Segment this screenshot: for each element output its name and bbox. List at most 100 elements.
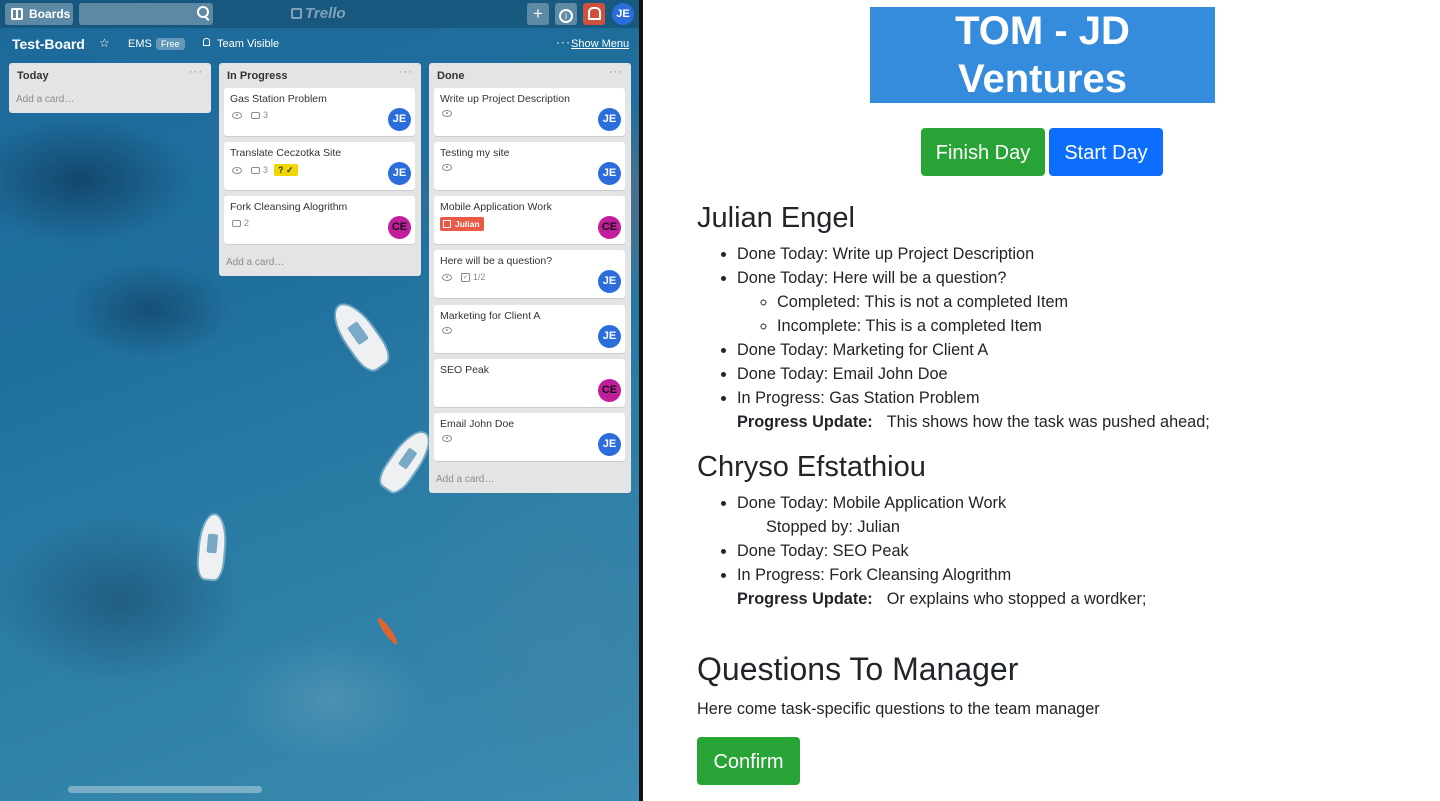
member-avatar[interactable]: JE [598,270,621,293]
card-label-red: Julian [440,217,484,231]
progress-update-text: Or explains who stopped a wordker; [886,590,1147,608]
board-title[interactable]: Test-Board [12,36,85,52]
comment-icon [251,166,260,174]
comment-count: 2 [244,218,250,228]
member-avatar[interactable]: JE [388,108,411,131]
list-menu-icon[interactable]: ··· [399,66,413,78]
comment-icon [251,111,260,119]
list-title[interactable]: Done [437,70,465,82]
task-item: Done Today: Write up Project Description [737,242,1210,266]
watch-icon [232,166,242,174]
card[interactable]: SEO Peak CE [434,359,625,407]
search-icon[interactable] [197,6,209,18]
add-button[interactable]: + [527,3,549,25]
card[interactable]: Translate Ceczotka Site 3 ? ✓ JE [224,142,415,190]
list-title[interactable]: Today [17,70,49,82]
task-item: In Progress: Fork Cleansing Alogrithm Pr… [737,563,1146,611]
info-icon: i [559,9,573,23]
member-avatar[interactable]: JE [598,325,621,348]
task-item-text: In Progress: Gas Station Problem [737,389,980,407]
progress-update-text: This shows how the task was pushed ahead… [886,413,1210,431]
boat-image [327,297,393,375]
card[interactable]: Mobile Application Work Julian CE [434,196,625,244]
watch-icon [442,435,452,442]
boat-image [197,514,227,580]
list-menu-icon[interactable]: ··· [189,66,203,78]
bell-icon [587,7,601,20]
card[interactable]: Testing my site JE [434,142,625,190]
task-item: Done Today: Email John Doe [737,362,1210,386]
questions-description: Here come task-specific questions to the… [697,700,1100,718]
board-header: Test-Board ☆ EMS Free Team Visible ··· S… [0,32,639,58]
card[interactable]: Marketing for Client A JE [434,305,625,353]
trello-logo[interactable]: Trello [291,5,346,22]
confirm-button[interactable]: Confirm [697,737,800,785]
card-badges [442,110,461,117]
checklist-item: Incomplete: This is a completed Item [777,314,1210,338]
member-avatar[interactable]: JE [598,162,621,185]
card-title: Here will be a question? [440,255,553,267]
task-item: Done Today: Marketing for Client A [737,338,1210,362]
notifications-button[interactable] [583,3,605,25]
member-name: Chryso Efstathiou [697,451,926,483]
plus-icon: + [533,4,543,23]
boat-image [376,426,436,496]
card[interactable]: Here will be a question? ✓ 1/2 JE [434,250,625,298]
card[interactable]: Gas Station Problem 3 JE [224,88,415,136]
watch-icon [442,164,452,171]
checklist-count: 1/2 [473,272,486,282]
list-done: Done ··· Write up Project Description JE… [429,63,631,493]
add-card-link[interactable]: Add a card… [226,257,284,268]
card-label-yellow: ? ✓ [274,164,298,176]
progress-update: Progress Update: Or explains who stopped … [737,587,1146,611]
team-name[interactable]: EMS [128,38,152,50]
task-list: Done Today: Write up Project Description… [697,242,1210,434]
info-button[interactable]: i [555,3,577,25]
add-card-link[interactable]: Add a card… [16,94,74,105]
comment-icon [232,219,241,227]
horizontal-scrollbar[interactable] [68,786,262,793]
card-badges [442,327,461,334]
finish-day-button[interactable]: Finish Day [921,128,1045,176]
watch-icon [442,327,452,334]
card-title: Email John Doe [440,418,515,430]
card-title: Testing my site [440,147,510,159]
star-icon[interactable]: ☆ [99,36,110,50]
user-avatar[interactable]: JE [612,3,634,25]
member-avatar[interactable]: CE [598,216,621,239]
trello-header: Boards Trello + i JE [0,0,639,28]
more-dots-icon[interactable]: ··· [556,35,571,49]
member-avatar[interactable]: JE [388,162,411,185]
member-avatar[interactable]: CE [598,379,621,402]
card[interactable]: Fork Cleansing Alogrithm 2 CE [224,196,415,244]
card-badges: 3 ? ✓ [232,164,298,176]
search-input[interactable] [79,3,213,25]
show-menu-link[interactable]: Show Menu [571,38,629,50]
report-pane: TOM - JD Ventures Finish Day Start Day J… [643,0,1440,801]
stopped-by-note: Stopped by: Julian [766,518,900,536]
card[interactable]: Email John Doe JE [434,413,625,461]
task-item: Done Today: Here will be a question? Com… [737,266,1210,338]
calendar-icon [443,220,451,228]
task-item-text: In Progress: Fork Cleansing Alogrithm [737,566,1012,584]
add-card-link[interactable]: Add a card… [436,474,494,485]
list-menu-icon[interactable]: ··· [609,66,623,78]
member-avatar[interactable]: JE [598,108,621,131]
card-label-text: Julian [455,219,480,229]
member-avatar[interactable]: CE [388,216,411,239]
member-avatar[interactable]: JE [598,433,621,456]
list-title[interactable]: In Progress [227,70,288,82]
visibility-button[interactable]: Team Visible [217,38,279,50]
start-day-button[interactable]: Start Day [1049,128,1163,176]
card-title: Fork Cleansing Alogrithm [230,201,348,213]
trello-logo-icon [291,8,302,19]
boards-button[interactable]: Boards [5,3,73,25]
boards-icon [11,8,23,20]
task-list: Done Today: Mobile Application Work Stop… [697,491,1146,611]
checklist-icon: ✓ [461,272,470,282]
card[interactable]: Write up Project Description JE [434,88,625,136]
progress-update-label: Progress Update: [737,590,873,608]
card-title: Write up Project Description [440,93,570,105]
trello-board-pane: Boards Trello + i JE Test-Board ☆ EMS Fr… [0,0,641,801]
card-badges: 2 [232,218,249,228]
